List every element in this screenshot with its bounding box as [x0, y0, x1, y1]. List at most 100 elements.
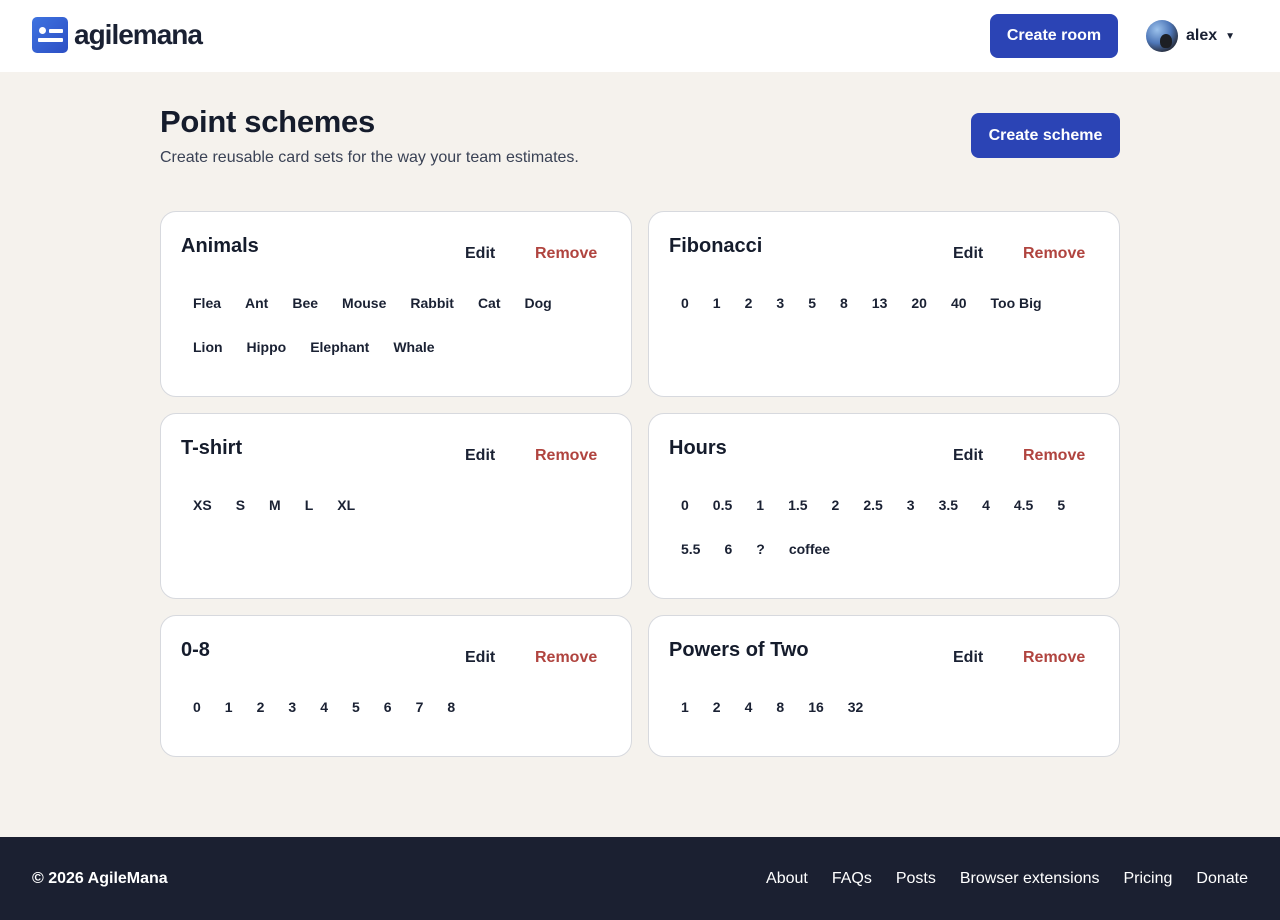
- scheme-value-chip: 4: [982, 497, 990, 513]
- scheme-value-chip: 1: [224, 699, 233, 715]
- footer: © 2026 AgileMana About FAQs Posts Browse…: [0, 837, 1280, 920]
- scheme-value-chip: 3: [906, 497, 915, 513]
- scheme-values: 1 2 4 8 16 32: [669, 696, 1089, 718]
- scheme-value-chip: coffee: [788, 541, 831, 557]
- footer-link-faqs[interactable]: FAQs: [832, 870, 872, 888]
- page-subtitle: Create reusable card sets for the way yo…: [160, 149, 579, 166]
- scheme-value-chip: 1.5: [788, 497, 808, 513]
- create-scheme-button[interactable]: Create scheme: [971, 113, 1120, 158]
- scheme-value-chip: 6: [724, 541, 733, 557]
- scheme-card-hours: Hours Edit Remove 0 0.5 1 1.5 2 2.5 3 3.5 4 4.5 5 5…: [648, 413, 1120, 599]
- scheme-value-chip: Bee: [292, 295, 319, 311]
- scheme-title: Hours: [669, 437, 727, 459]
- edit-button[interactable]: Edit: [953, 447, 983, 465]
- scheme-value-chip: Too Big: [990, 295, 1042, 311]
- scheme-value-chip: 0: [681, 295, 689, 311]
- scheme-value-chip: 1: [756, 497, 765, 513]
- scheme-title: 0-8: [181, 639, 210, 661]
- logo-icon: [32, 17, 68, 53]
- user-name: alex: [1186, 27, 1218, 44]
- edit-button[interactable]: Edit: [465, 245, 495, 263]
- edit-button[interactable]: Edit: [953, 245, 983, 263]
- scheme-title: T-shirt: [181, 437, 243, 459]
- remove-button[interactable]: Remove: [1023, 245, 1085, 263]
- scheme-value-chip: 2.5: [863, 497, 883, 513]
- scheme-value-chip: Lion: [193, 339, 223, 355]
- scheme-value-chip: S: [235, 497, 246, 513]
- scheme-value-chip: 5.5: [681, 541, 701, 557]
- scheme-value-chip: Rabbit: [410, 295, 454, 311]
- scheme-values: 0 1 2 3 4 5 6 7 8: [181, 696, 601, 718]
- scheme-value-chip: 4: [744, 699, 753, 715]
- caret-down-icon: ▼: [1225, 30, 1236, 42]
- scheme-value-chip: 4: [320, 699, 328, 715]
- scheme-value-chip: 13: [871, 295, 888, 311]
- scheme-value-chip: Elephant: [310, 339, 370, 355]
- scheme-value-chip: 0.5: [712, 497, 733, 513]
- scheme-value-chip: M: [269, 497, 281, 513]
- scheme-value-chip: L: [304, 497, 314, 513]
- create-room-button[interactable]: Create room: [990, 14, 1118, 58]
- scheme-card-animals: Animals Edit Remove Flea Ant Bee Mouse Rabbi…: [160, 211, 632, 397]
- logo-text: agilemana: [74, 19, 203, 50]
- scheme-value-chip: 3: [288, 699, 297, 715]
- scheme-value-chip: Whale: [393, 339, 435, 355]
- scheme-value-chip: 2: [744, 295, 753, 311]
- scheme-value-chip: 40: [950, 295, 967, 311]
- avatar: [1146, 20, 1178, 52]
- scheme-value-chip: 32: [847, 699, 864, 715]
- copyright: © 2026 AgileMana: [32, 870, 168, 887]
- remove-button[interactable]: Remove: [535, 447, 597, 465]
- scheme-value-chip: Cat: [477, 295, 501, 311]
- scheme-values: XS S M L XL: [181, 494, 601, 516]
- scheme-value-chip: Hippo: [246, 339, 287, 355]
- scheme-value-chip: 0: [681, 497, 689, 513]
- scheme-card-powers-of-two: Powers of Two Edit Remove 1 2 4 8 16 32: [648, 615, 1120, 757]
- scheme-card-t-shirt: T-shirt Edit Remove XS S M L XL: [160, 413, 632, 599]
- scheme-card-0-8: 0-8 Edit Remove 0 1 2 3 4 5 6 7 8: [160, 615, 632, 757]
- scheme-value-chip: 6: [383, 699, 392, 715]
- scheme-value-chip: 7: [415, 699, 424, 715]
- remove-button[interactable]: Remove: [535, 245, 597, 263]
- scheme-values: 0 0.5 1 1.5 2 2.5 3 3.5 4 4.5 5 5.5 6? coffee: [669, 494, 1089, 560]
- scheme-value-chip: 5: [1057, 497, 1066, 513]
- scheme-title: Powers of Two: [669, 639, 809, 661]
- scheme-value-chip: 8: [447, 699, 456, 715]
- footer-link-pricing[interactable]: Pricing: [1124, 870, 1173, 888]
- footer-link-browser-extensions[interactable]: Browser extensions: [960, 870, 1100, 888]
- scheme-value-chip: ?: [756, 541, 765, 557]
- scheme-value-chip: 3.5: [938, 497, 959, 513]
- scheme-value-chip: 8: [776, 699, 785, 715]
- scheme-value-chip: XL: [337, 497, 356, 513]
- scheme-value-chip: XS: [193, 497, 212, 513]
- page-title: Point schemes: [160, 104, 375, 139]
- edit-button[interactable]: Edit: [465, 447, 495, 465]
- remove-button[interactable]: Remove: [1023, 447, 1085, 465]
- scheme-values: 0 1 2 3 5 8 13 20 40 Too Big: [669, 292, 1089, 314]
- scheme-value-chip: 5: [808, 295, 816, 311]
- scheme-value-chip: 0: [193, 699, 201, 715]
- logo[interactable]: agilemana: [32, 17, 203, 53]
- scheme-values: Flea Ant Bee Mouse Rabbit Cat Dog Lion Hippo Elep…: [181, 292, 601, 358]
- scheme-title: Animals: [181, 235, 259, 257]
- remove-button[interactable]: Remove: [1023, 649, 1085, 667]
- scheme-value-chip: 2: [256, 699, 265, 715]
- scheme-value-chip: Dog: [524, 295, 552, 311]
- footer-link-posts[interactable]: Posts: [896, 870, 936, 888]
- footer-link-donate[interactable]: Donate: [1196, 870, 1248, 888]
- edit-button[interactable]: Edit: [465, 649, 495, 667]
- scheme-title: Fibonacci: [669, 235, 763, 257]
- remove-button[interactable]: Remove: [535, 649, 597, 667]
- user-menu[interactable]: alex ▼: [1146, 20, 1235, 52]
- scheme-value-chip: 1: [712, 295, 721, 311]
- scheme-value-chip: 2: [712, 699, 721, 715]
- scheme-value-chip: 20: [911, 295, 927, 311]
- scheme-card-fibonacci: Fibonacci Edit Remove 0 1 2 3 5 8 13 20 40 Too Bi…: [648, 211, 1120, 397]
- scheme-value-chip: 5: [351, 699, 360, 715]
- footer-link-about[interactable]: About: [766, 870, 808, 888]
- scheme-value-chip: Mouse: [342, 295, 387, 311]
- scheme-value-chip: 1: [681, 699, 689, 715]
- scheme-value-chip: 4.5: [1013, 497, 1034, 513]
- footer-links: About FAQs Posts Browser extensions Pric…: [766, 870, 1248, 888]
- edit-button[interactable]: Edit: [953, 649, 983, 667]
